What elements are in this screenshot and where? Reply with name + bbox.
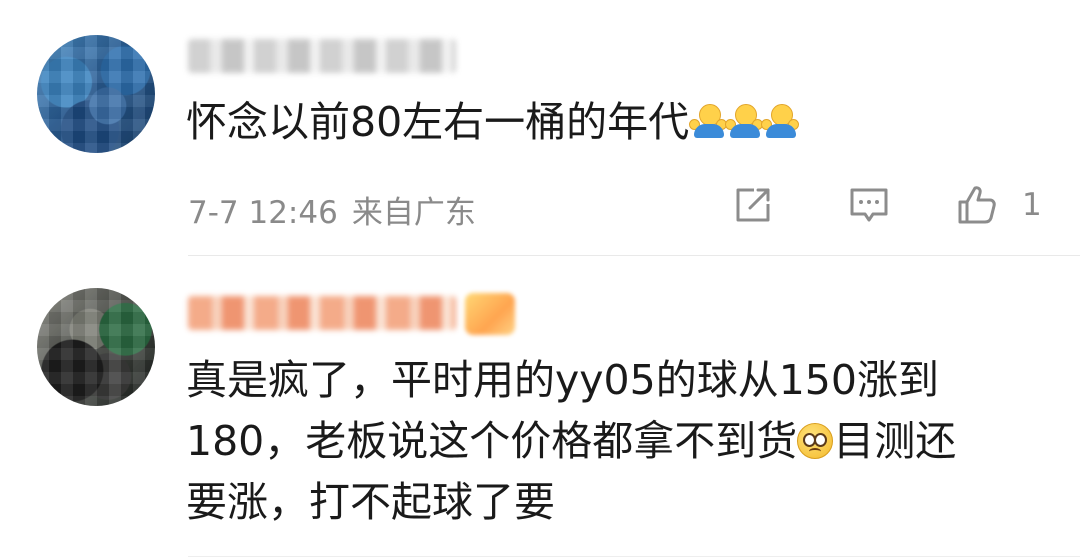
shrug-emoji-icon (725, 102, 764, 140)
shrug-emoji-icon (689, 102, 728, 140)
comment-text: 真是疯了，平时用的yy05的球从150涨到 180，老板说这个价格都拿不到货 目测… (186, 350, 956, 533)
avatar[interactable] (37, 288, 155, 406)
comment-line: 要涨，打不起球了要 (186, 478, 555, 526)
comment-meta: 7-7 12:46 来自广东 (188, 187, 476, 232)
comment-date: 7-7 12:46 (188, 195, 338, 231)
like-icon[interactable] (956, 184, 998, 226)
repost-icon[interactable] (732, 184, 774, 226)
comment-line: 真是疯了，平时用的yy05的球从150涨到 (186, 356, 939, 404)
comment-item: 真是疯了，平时用的yy05的球从150涨到 180，老板说这个价格都拿不到货 目测… (0, 256, 1080, 557)
comment-line: 180，老板说这个价格都拿不到货 目测还 (186, 411, 956, 472)
comment-location: 来自广东 (351, 195, 476, 231)
pleading-face-emoji-icon (797, 423, 834, 459)
comment-line-part: 180，老板说这个价格都拿不到货 (186, 417, 798, 465)
like-count: 1 (1022, 187, 1042, 223)
comment-line-part: 目测还 (833, 417, 957, 465)
comment-text: 怀念以前80左右一桶的年代 (186, 92, 800, 153)
username-redacted[interactable] (188, 296, 456, 330)
comment-icon[interactable] (848, 184, 890, 226)
comment-body: 怀念以前80左右一桶的年代 (186, 98, 690, 146)
avatar[interactable] (37, 35, 155, 153)
comment-item: 怀念以前80左右一桶的年代 7-7 12:46 来自广东 1 (0, 0, 1080, 256)
username-redacted[interactable] (188, 39, 456, 73)
vip-badge-icon (465, 293, 515, 335)
shrug-emoji-icon (761, 102, 800, 140)
